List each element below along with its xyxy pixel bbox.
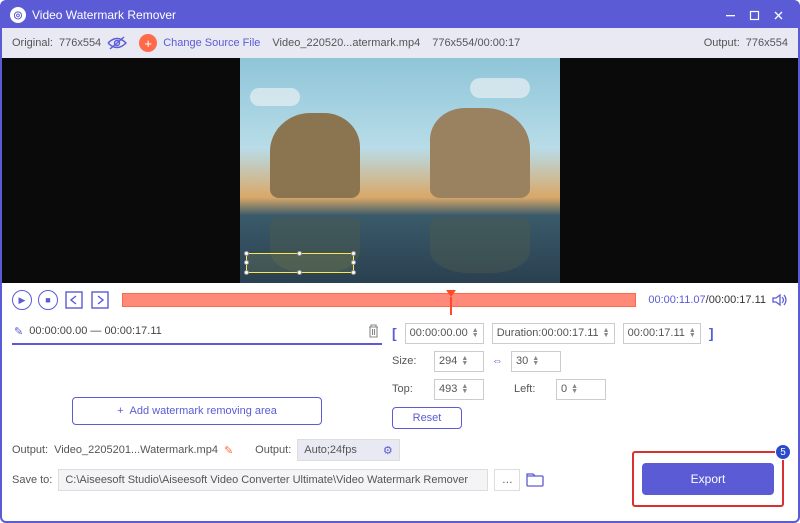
bracket-out-button[interactable]: ] bbox=[709, 325, 714, 341]
duration-input[interactable]: Duration:00:00:17.11▲▼ bbox=[492, 323, 615, 344]
left-input[interactable]: 0▲▼ bbox=[556, 379, 606, 400]
stop-button[interactable]: ■ bbox=[38, 290, 58, 310]
edit-pencil-icon[interactable]: ✎ bbox=[224, 444, 233, 457]
segment-range: 00:00:00.00 — 00:00:17.11 bbox=[29, 325, 162, 337]
change-source-button[interactable]: Change Source File bbox=[163, 37, 260, 49]
source-filename: Video_220520...atermark.mp4 bbox=[272, 37, 420, 49]
volume-icon[interactable] bbox=[772, 293, 788, 307]
end-time-input[interactable]: 00:00:17.11▲▼ bbox=[623, 323, 701, 344]
spinner-icon[interactable]: ▲▼ bbox=[571, 384, 578, 394]
format-label: Output: bbox=[255, 444, 291, 456]
output-dims-label: Output: bbox=[704, 37, 740, 49]
source-meta: 776x554/00:00:17 bbox=[432, 37, 520, 49]
save-to-label: Save to: bbox=[12, 474, 52, 486]
add-area-button[interactable]: + Add watermark removing area bbox=[72, 397, 322, 425]
export-highlight: 5 Export bbox=[632, 451, 784, 507]
eye-off-icon[interactable] bbox=[107, 36, 127, 50]
link-icon[interactable]: ⇔ bbox=[492, 355, 503, 367]
original-dims: 776x554 bbox=[59, 37, 101, 49]
width-input[interactable]: 294▲▼ bbox=[434, 351, 484, 372]
reset-button[interactable]: Reset bbox=[392, 407, 462, 429]
size-label: Size: bbox=[392, 355, 426, 367]
video-preview[interactable] bbox=[2, 58, 798, 283]
playhead-icon[interactable] bbox=[446, 290, 456, 297]
spinner-icon[interactable]: ▲▼ bbox=[689, 328, 696, 338]
bracket-in-button[interactable]: [ bbox=[392, 325, 397, 341]
output-dims: 776x554 bbox=[746, 37, 788, 49]
output-file-label: Output: bbox=[12, 444, 48, 456]
watermark-selection-box[interactable] bbox=[246, 253, 354, 273]
start-time-input[interactable]: 00:00:00.00▲▼ bbox=[405, 323, 484, 344]
timecode: 00:00:11.07/00:00:17.11 bbox=[648, 294, 766, 306]
output-filename: Video_2205201...Watermark.mp4 bbox=[54, 444, 218, 456]
minimize-button[interactable] bbox=[718, 6, 742, 24]
gear-icon[interactable]: ⚙ bbox=[383, 444, 393, 457]
format-select[interactable]: Auto;24fps ⚙ bbox=[297, 439, 399, 461]
save-path-input[interactable]: C:\Aiseesoft Studio\Aiseesoft Video Conv… bbox=[58, 469, 488, 491]
segment-row[interactable]: ✎ 00:00:00.00 — 00:00:17.11 bbox=[12, 319, 382, 345]
app-logo-icon: ◎ bbox=[10, 7, 26, 23]
spinner-icon[interactable]: ▲▼ bbox=[532, 356, 539, 366]
spinner-icon[interactable]: ▲▼ bbox=[603, 328, 610, 338]
open-folder-icon[interactable] bbox=[526, 473, 544, 487]
left-label: Left: bbox=[514, 383, 548, 395]
original-label: Original: bbox=[12, 37, 53, 49]
spinner-icon[interactable]: ▲▼ bbox=[461, 384, 468, 394]
top-label: Top: bbox=[392, 383, 426, 395]
timeline-slider[interactable] bbox=[122, 293, 636, 307]
spinner-icon[interactable]: ▲▼ bbox=[461, 356, 468, 366]
export-button[interactable]: Export bbox=[642, 463, 774, 495]
trash-icon[interactable] bbox=[367, 324, 380, 338]
height-input[interactable]: 30▲▼ bbox=[511, 351, 561, 372]
browse-button[interactable]: … bbox=[494, 469, 520, 491]
top-input[interactable]: 493▲▼ bbox=[434, 379, 484, 400]
window-title: Video Watermark Remover bbox=[32, 8, 718, 22]
add-source-icon[interactable]: + bbox=[139, 34, 157, 52]
maximize-button[interactable] bbox=[742, 6, 766, 24]
close-button[interactable] bbox=[766, 6, 790, 24]
plus-icon: + bbox=[117, 405, 123, 417]
step-badge: 5 bbox=[775, 444, 791, 460]
step-back-button[interactable] bbox=[64, 290, 84, 310]
spinner-icon[interactable]: ▲▼ bbox=[472, 328, 479, 338]
step-fwd-button[interactable] bbox=[90, 290, 110, 310]
play-button[interactable]: ▶ bbox=[12, 290, 32, 310]
pencil-icon: ✎ bbox=[14, 325, 23, 338]
